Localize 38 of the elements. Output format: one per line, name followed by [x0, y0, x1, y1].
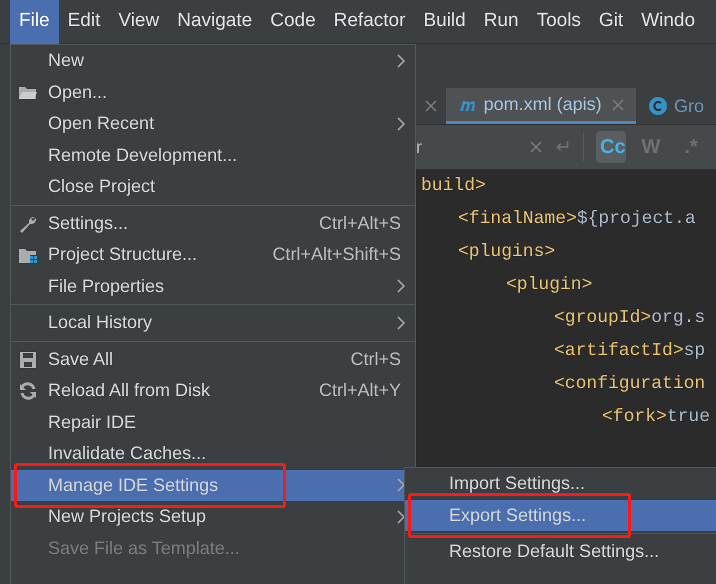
menu-item[interactable]: Save All Ctrl+S: [11, 344, 415, 375]
menu-item[interactable]: Reload All from Disk Ctrl+Alt+Y: [11, 375, 415, 406]
menu-item[interactable]: Project Structure... Ctrl+Alt+Shift+S: [11, 239, 415, 270]
search-field[interactable]: r: [416, 125, 552, 169]
code-line: <groupId>org.s: [553, 307, 706, 330]
code-line: <plugins>: [457, 241, 556, 264]
menu-item[interactable]: Open Recent: [11, 108, 415, 140]
menu-bar-item[interactable]: Code: [261, 0, 325, 44]
menu-bar-item[interactable]: Run: [474, 0, 528, 44]
menu-item[interactable]: File Properties: [11, 270, 415, 302]
code-line: <fork>true: [601, 406, 712, 429]
menu-bar-item[interactable]: View: [109, 0, 168, 44]
menu-bar-item[interactable]: Git: [590, 0, 632, 44]
code-line: <artifactId>sp: [553, 340, 706, 363]
menu-bar-item[interactable]: Build: [414, 0, 475, 44]
code-line: <plugin>: [505, 274, 594, 297]
close-icon: [424, 100, 437, 112]
menu-item[interactable]: Settings... Ctrl+Alt+S: [11, 208, 415, 239]
class-icon: [648, 96, 668, 116]
menu-item[interactable]: New: [11, 45, 415, 76]
menu-item[interactable]: Open...: [11, 76, 415, 108]
clear-icon: [530, 141, 542, 153]
code-line: <finalName>${project.a: [457, 208, 697, 231]
menu-bar-item[interactable]: Refactor: [324, 0, 414, 44]
code-line: <configuration: [553, 373, 706, 396]
menu-item[interactable]: Close Project: [11, 171, 415, 202]
editor-tab[interactable]: pom.xml (apis): [446, 88, 636, 124]
reload-icon: [18, 381, 38, 401]
menu-item[interactable]: Restore Default Settings...: [405, 536, 716, 568]
menu-item[interactable]: Local History: [11, 307, 415, 338]
code-line: build>: [420, 175, 487, 198]
menu-bar-item[interactable]: Edit: [58, 0, 110, 44]
menu-item[interactable]: Remote Development...: [11, 140, 415, 171]
menu-bar-item[interactable]: Tools: [528, 0, 590, 44]
menu-bar-item[interactable]: Windo: [632, 0, 704, 44]
menu-item[interactable]: Repair IDE: [11, 406, 415, 438]
menu-bar-item[interactable]: Navigate: [168, 0, 262, 44]
menu-bar-item[interactable]: File: [10, 0, 59, 44]
